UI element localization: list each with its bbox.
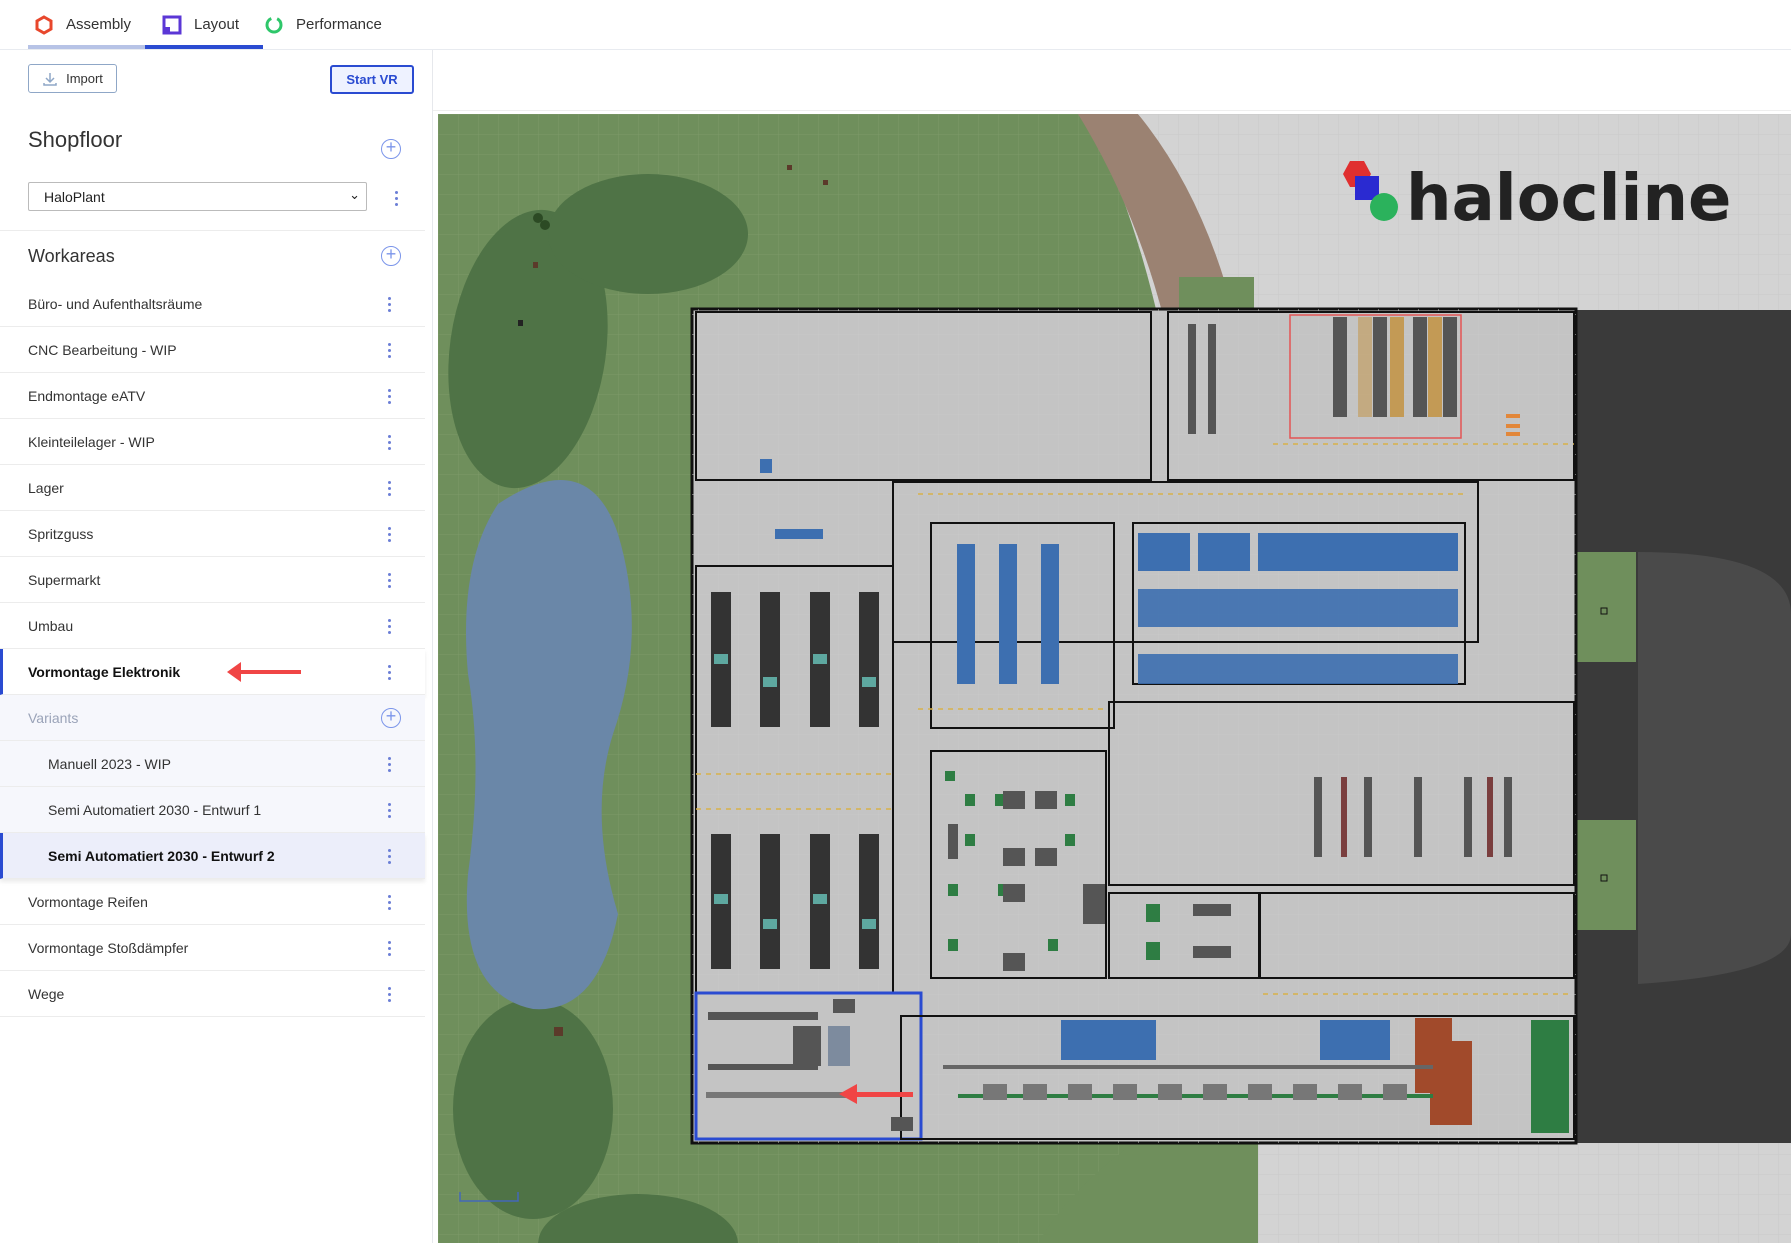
more-icon[interactable] — [387, 895, 391, 910]
shopfloor-menu-icon[interactable] — [394, 191, 398, 206]
logo-text: halocline — [1406, 162, 1731, 236]
map-toolbar-area — [433, 50, 1791, 111]
layout-icon — [162, 15, 182, 34]
tab-layout[interactable]: Layout — [162, 0, 262, 49]
workarea-item[interactable]: Kleinteilelager - WIP — [0, 419, 425, 465]
workarea-label: CNC Bearbeitung - WIP — [28, 341, 177, 358]
workarea-item[interactable]: Spritzguss — [0, 511, 425, 557]
workarea-label: Lager — [28, 479, 64, 496]
map-annotation-arrow — [855, 1092, 913, 1097]
workarea-label: Endmontage eATV — [28, 387, 146, 404]
more-icon[interactable] — [387, 573, 391, 588]
more-icon[interactable] — [387, 619, 391, 634]
forest-patch — [453, 999, 613, 1219]
workarea-item[interactable]: CNC Bearbeitung - WIP — [0, 327, 425, 373]
top-navigation: Assembly Layout Performance — [0, 0, 1791, 50]
workarea-label: Vormontage Elektronik — [28, 663, 181, 680]
more-icon[interactable] — [387, 481, 391, 496]
workarea-label: Supermarkt — [28, 571, 101, 588]
lake — [466, 480, 632, 1010]
workarea-label: Vormontage Reifen — [28, 893, 148, 910]
tab-assembly-label: Assembly — [66, 16, 132, 33]
more-icon[interactable] — [387, 389, 391, 404]
add-workarea-icon[interactable]: + — [381, 245, 401, 266]
tab-layout-label: Layout — [194, 16, 240, 33]
variants-label: Variants — [28, 709, 79, 726]
sidebar: Import Start VR Shopfloor + HaloPlant ⌄ … — [0, 50, 433, 1243]
shopfloor-select[interactable]: HaloPlant ⌄ — [28, 182, 367, 211]
variants-header: Variants + — [0, 695, 425, 741]
more-icon[interactable] — [387, 803, 391, 818]
annotation-arrow — [227, 662, 301, 682]
shopfloor-title: Shopfloor — [28, 127, 123, 152]
workarea-item[interactable]: Supermarkt — [0, 557, 425, 603]
variant-item[interactable]: Manuell 2023 - WIP — [0, 741, 425, 787]
tab-assembly-underline — [28, 45, 145, 49]
variant-label: Semi Automatiert 2030 - Entwurf 2 — [48, 847, 275, 864]
import-button[interactable]: Import — [28, 64, 117, 93]
assembly-icon — [35, 14, 53, 35]
import-label: Import — [66, 71, 103, 86]
tab-performance-label: Performance — [296, 16, 382, 33]
workarea-label: Wege — [28, 985, 65, 1002]
workareas-title: Workareas — [28, 246, 115, 266]
workarea-item[interactable]: Umbau — [0, 603, 425, 649]
divider — [0, 230, 425, 231]
chevron-down-icon: ⌄ — [349, 187, 360, 202]
more-icon[interactable] — [387, 849, 391, 864]
download-icon — [43, 72, 57, 86]
more-icon[interactable] — [387, 987, 391, 1002]
workarea-label: Büro- und Aufenthaltsräume — [28, 295, 203, 312]
more-icon[interactable] — [387, 343, 391, 358]
workarea-item[interactable]: Vormontage Reifen — [0, 879, 425, 925]
variant-label: Manuell 2023 - WIP — [48, 755, 171, 772]
add-variant-icon[interactable]: + — [381, 707, 401, 728]
workarea-item-selected[interactable]: Vormontage Elektronik — [0, 649, 425, 695]
more-icon[interactable] — [387, 941, 391, 956]
floorplan-svg[interactable]: halocline — [438, 114, 1791, 1243]
variant-item[interactable]: Semi Automatiert 2030 - Entwurf 1 — [0, 787, 425, 833]
workarea-label: Kleinteilelager - WIP — [28, 433, 155, 450]
more-icon[interactable] — [387, 665, 391, 680]
workarea-item[interactable]: Vormontage Stoßdämpfer — [0, 925, 425, 971]
start-vr-button[interactable]: Start VR — [330, 65, 414, 94]
tab-performance[interactable]: Performance — [264, 0, 394, 49]
workarea-item[interactable]: Lager — [0, 465, 425, 511]
forest-patch — [548, 174, 748, 294]
workarea-label: Vormontage Stoßdämpfer — [28, 939, 189, 956]
add-shopfloor-icon[interactable]: + — [381, 138, 401, 159]
more-icon[interactable] — [387, 757, 391, 772]
performance-icon — [265, 16, 283, 33]
workarea-list: Büro- und Aufenthaltsräume CNC Bearbeitu… — [0, 281, 425, 1017]
workarea-item[interactable]: Endmontage eATV — [0, 373, 425, 419]
more-icon[interactable] — [387, 297, 391, 312]
workarea-label: Spritzguss — [28, 525, 94, 542]
layout-map-viewport[interactable]: halocline — [438, 114, 1791, 1243]
workarea-item[interactable]: Büro- und Aufenthaltsräume — [0, 281, 425, 327]
variant-item-selected[interactable]: Semi Automatiert 2030 - Entwurf 2 — [0, 833, 425, 879]
shopfloor-selected-value: HaloPlant — [44, 188, 105, 205]
workarea-label: Umbau — [28, 617, 74, 634]
more-icon[interactable] — [387, 527, 391, 542]
tab-assembly[interactable]: Assembly — [32, 0, 144, 49]
variant-label: Semi Automatiert 2030 - Entwurf 1 — [48, 801, 262, 818]
more-icon[interactable] — [387, 435, 391, 450]
workarea-item[interactable]: Wege — [0, 971, 425, 1017]
tab-layout-underline — [145, 45, 263, 49]
